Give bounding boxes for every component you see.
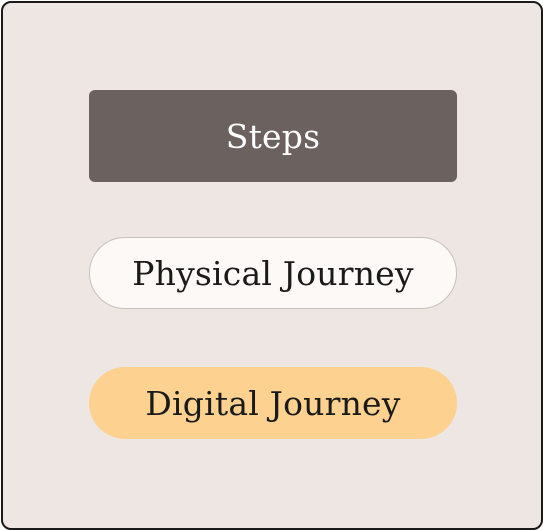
digital-journey-label: Digital Journey: [145, 383, 401, 423]
physical-journey-label: Physical Journey: [132, 253, 414, 293]
physical-journey-node: Physical Journey: [89, 237, 457, 309]
steps-node: Steps: [89, 90, 457, 182]
digital-journey-node: Digital Journey: [89, 367, 457, 439]
steps-label: Steps: [225, 116, 321, 156]
diagram-frame: Steps Physical Journey Digital Journey: [1, 1, 543, 530]
